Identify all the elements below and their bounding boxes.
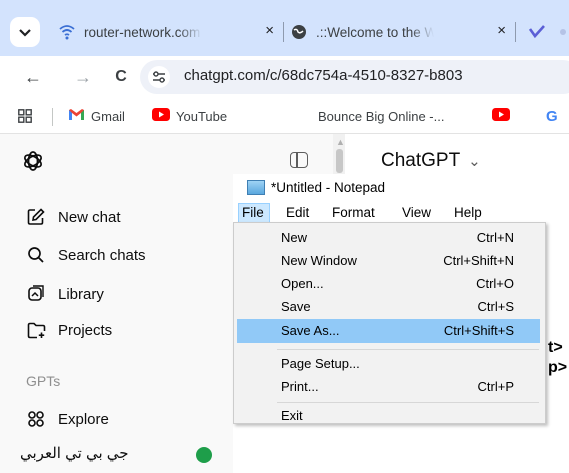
sidebar-item-label: New chat: [58, 208, 121, 226]
menu-item-shortcut: Ctrl+Shift+S: [443, 323, 514, 338]
menu-help[interactable]: Help: [454, 205, 482, 223]
chat-content-fragment: p>: [548, 359, 568, 376]
menu-item-page-setup[interactable]: Page Setup...: [237, 353, 540, 375]
arabic-gpt-avatar-icon: [196, 447, 212, 463]
menu-item-shortcut: Ctrl+S: [477, 299, 514, 314]
menu-item-new[interactable]: New Ctrl+N: [237, 227, 540, 249]
gmail-icon: [68, 108, 85, 124]
tab-title: router-network.com: [84, 24, 201, 40]
menu-item-label: New: [281, 230, 308, 245]
bookmark-label: Gmail: [91, 108, 125, 124]
library-icon: [24, 285, 48, 303]
notepad-app-icon: [247, 180, 265, 195]
menu-format[interactable]: Format: [332, 205, 375, 223]
sidebar-item-label: Search chats: [58, 246, 146, 264]
tab-router-network[interactable]: router-network.com ×: [58, 12, 280, 52]
sidebar-item-label: Projects: [58, 321, 113, 339]
sidebar-item-label: Explore: [58, 410, 109, 428]
menu-item-save[interactable]: Save Ctrl+S: [237, 296, 540, 318]
site-settings-icon[interactable]: [148, 66, 170, 88]
checkmark-icon: [528, 23, 546, 41]
grid-icon: [24, 410, 48, 428]
menu-item-exit[interactable]: Exit: [237, 405, 540, 427]
menu-item-new-window[interactable]: New Window Ctrl+Shift+N: [237, 250, 540, 272]
menu-item-label: Save: [281, 299, 311, 314]
menu-edit[interactable]: Edit: [286, 205, 309, 223]
sidebar-item-projects[interactable]: Projects: [24, 315, 112, 345]
scroll-up-arrow-icon[interactable]: ▲: [336, 137, 345, 147]
menu-item-label: Save As...: [281, 323, 340, 338]
folder-plus-icon: [24, 322, 48, 339]
bookmark-youtube[interactable]: YouTube: [152, 105, 227, 127]
menu-item-label: Page Setup...: [281, 356, 360, 371]
chevron-down-icon: ⌄: [468, 153, 481, 170]
menu-separator: [277, 402, 539, 403]
youtube-icon: [152, 108, 170, 124]
bookmark-google[interactable]: G: [546, 105, 558, 127]
bookmark-gmail[interactable]: Gmail: [68, 105, 125, 127]
google-icon: G: [546, 107, 558, 125]
notepad-menubar: [233, 202, 569, 224]
bookmark-divider: [52, 108, 53, 126]
tab-search-button[interactable]: [10, 17, 40, 47]
menu-item-open[interactable]: Open... Ctrl+O: [237, 273, 540, 295]
menu-item-label: Exit: [281, 408, 303, 423]
menu-view[interactable]: View: [402, 205, 431, 223]
close-tab-icon[interactable]: ×: [497, 22, 506, 39]
bookmark-label: Bounce Big Online -...: [318, 108, 445, 124]
notepad-title: *Untitled - Notepad: [271, 180, 386, 195]
apps-icon[interactable]: [18, 105, 32, 127]
tab-fade: [560, 29, 566, 35]
bookmark-bounce-big[interactable]: Bounce Big Online -...: [318, 105, 444, 127]
sidebar-item-search-chats[interactable]: Search chats: [24, 240, 146, 270]
menu-item-label: Open...: [281, 276, 324, 291]
close-tab-icon[interactable]: ×: [265, 22, 274, 39]
sidebar-item-library[interactable]: Library: [24, 279, 104, 309]
wifi-icon: [58, 23, 76, 41]
menu-item-shortcut: Ctrl+Shift+N: [443, 253, 514, 268]
gpts-section-heading: GPTs: [26, 373, 61, 389]
menu-item-shortcut: Ctrl+O: [476, 276, 514, 291]
bookmark-label: YouTube: [176, 108, 228, 124]
tab-divider: [515, 22, 516, 42]
menu-item-shortcut: Ctrl+P: [477, 379, 514, 394]
tab-partial[interactable]: [528, 12, 569, 52]
tab-title: .::Welcome to the Web: [316, 24, 434, 40]
tab-welcome[interactable]: .::Welcome to the Web ×: [290, 12, 512, 52]
menu-item-save-as[interactable]: Save As... Ctrl+Shift+S: [237, 319, 540, 343]
edit-icon: [24, 208, 48, 226]
search-icon: [24, 246, 48, 264]
menu-item-label: New Window: [281, 253, 357, 268]
sidebar-toggle-icon[interactable]: [290, 152, 308, 168]
bookmark-youtube-2[interactable]: [492, 105, 510, 127]
url-text[interactable]: chatgpt.com/c/68dc754a-4510-8327-b803: [184, 67, 463, 84]
openai-logo-icon[interactable]: [22, 150, 44, 177]
tab-divider: [283, 22, 284, 42]
chat-content-fragment: t>: [548, 339, 563, 356]
sidebar-item-label: Library: [58, 285, 104, 303]
model-selector[interactable]: ChatGPT ⌄: [381, 150, 481, 172]
chevron-down-icon: [19, 25, 31, 40]
youtube-icon: [492, 108, 510, 124]
menu-item-label: Print...: [281, 379, 319, 394]
scrollbar-thumb[interactable]: [336, 149, 343, 173]
globe-icon: [290, 23, 308, 41]
model-name: ChatGPT: [381, 150, 460, 171]
sidebar-item-new-chat[interactable]: New chat: [24, 202, 121, 232]
sidebar-item-explore[interactable]: Explore: [24, 404, 109, 434]
sidebar-item-arabic-gpt[interactable]: جي بي تي العربي: [20, 444, 129, 462]
menu-item-print[interactable]: Print... Ctrl+P: [237, 376, 540, 398]
menu-item-shortcut: Ctrl+N: [476, 230, 514, 245]
menu-separator: [277, 349, 539, 350]
menu-file[interactable]: File: [242, 205, 264, 223]
